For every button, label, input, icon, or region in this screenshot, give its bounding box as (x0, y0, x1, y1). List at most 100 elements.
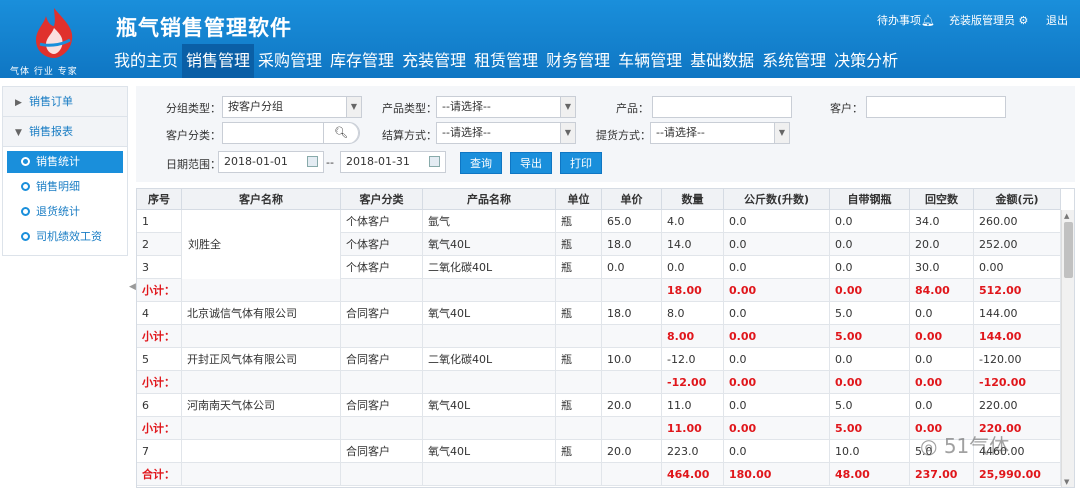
product-input[interactable] (652, 96, 792, 118)
customer-category-input[interactable]: 🔍︎ (222, 122, 360, 144)
table-cell: 4460.00 (974, 440, 1061, 463)
sidebar-item-sales-stats[interactable]: 销售统计 (7, 151, 123, 173)
vertical-scrollbar[interactable]: ▲ ▼ (1061, 210, 1074, 487)
date-separator: -- (326, 156, 334, 169)
sidebar: ▶ 销售订单 ▼ 销售报表 销售统计 销售明细 退货统计 司机绩效工资 (2, 86, 128, 256)
subtotal-row[interactable]: 合计： 464.00 180.00 48.00 237.00 25,990.00 (137, 463, 1061, 486)
column-header-10[interactable]: 金额(元) (974, 189, 1061, 210)
column-header-0[interactable]: 序号 (137, 189, 182, 210)
table-cell: 180.00 (724, 463, 830, 486)
scroll-down-icon[interactable]: ▼ (1064, 478, 1069, 486)
table-cell: 2 (137, 233, 182, 256)
table-cell: 个体客户 (341, 233, 423, 256)
column-header-5[interactable]: 单价 (602, 189, 662, 210)
sidebar-item-driver-pay[interactable]: 司机绩效工资 (7, 226, 123, 248)
table-cell (341, 279, 423, 302)
calendar-icon[interactable] (307, 156, 318, 167)
gear-icon: ⚙ (1018, 14, 1029, 27)
table-row[interactable]: 5 开封正风气体有限公司 合同客户 二氧化碳40L 瓶 10.0 -12.0 0.0 0.0 0.… (137, 348, 1061, 371)
column-header-2[interactable]: 客户分类 (341, 189, 423, 210)
subtotal-row[interactable]: 小计： 11.00 0.00 5.00 0.00 220.00 (137, 417, 1061, 440)
table-cell: 小计： (137, 417, 182, 440)
query-button[interactable]: 查询 (460, 152, 502, 174)
table-cell (556, 325, 602, 348)
scroll-thumb[interactable] (1064, 222, 1073, 278)
table-cell: 18.0 (602, 302, 662, 325)
nav-item-8[interactable]: 基础数据 (686, 44, 758, 78)
column-header-1[interactable]: 客户名称 (182, 189, 341, 210)
subtotal-row[interactable]: 小计： -12.00 0.00 0.00 0.00 -120.00 (137, 371, 1061, 394)
table-cell (602, 371, 662, 394)
sidebar-group-sales-orders[interactable]: ▶ 销售订单 (3, 87, 127, 117)
table-cell: 4 (137, 302, 182, 325)
subtotal-row[interactable]: 小计： 18.00 0.00 0.00 84.00 512.00 (137, 279, 1061, 302)
nav-item-4[interactable]: 充装管理 (398, 44, 470, 78)
table-cell: 0.0 (910, 348, 974, 371)
subtotal-row[interactable]: 小计： 8.00 0.00 5.00 0.00 144.00 (137, 325, 1061, 348)
table-row[interactable]: 6 河南南天气体公司 合同客户 氧气40L 瓶 20.0 11.0 0.0 5.0 0.0 220.… (137, 394, 1061, 417)
pickup-select[interactable]: --请选择-- ▼ (650, 122, 790, 144)
chevron-down-icon: ▼ (346, 97, 361, 117)
sidebar-item-label: 销售统计 (36, 155, 80, 168)
nav-item-5[interactable]: 租赁管理 (470, 44, 542, 78)
table-cell: 11.00 (662, 417, 724, 440)
table-cell (602, 325, 662, 348)
nav-item-1[interactable]: 销售管理 (182, 44, 255, 78)
nav-item-10[interactable]: 决策分析 (830, 44, 902, 78)
logout-link[interactable]: 退出 (1046, 12, 1068, 28)
table-row[interactable]: 4 北京诚信气体有限公司 合同客户 氧气40L 瓶 18.0 8.0 0.0 5.0 0.0 144… (137, 302, 1061, 325)
table-cell: 5 (137, 348, 182, 371)
date-from-input[interactable]: 2018-01-01 (218, 151, 324, 173)
table-cell: 瓶 (556, 210, 602, 233)
customer-input[interactable] (866, 96, 1006, 118)
sidebar-group-sales-reports[interactable]: ▼ 销售报表 (3, 117, 127, 147)
settlement-label: 结算方式： (382, 129, 437, 142)
table-cell: 220.00 (974, 417, 1061, 440)
print-button[interactable]: 打印 (560, 152, 602, 174)
table-cell: 237.00 (910, 463, 974, 486)
table-cell: 0.0 (830, 233, 910, 256)
table-cell: 5.0 (830, 302, 910, 325)
group-type-select[interactable]: 按客户分组 ▼ (222, 96, 362, 118)
column-header-9[interactable]: 回空数 (910, 189, 974, 210)
nav-item-7[interactable]: 车辆管理 (614, 44, 686, 78)
nav-item-9[interactable]: 系统管理 (758, 44, 830, 78)
sidebar-item-sales-detail[interactable]: 销售明细 (7, 176, 123, 198)
export-button[interactable]: 导出 (510, 152, 552, 174)
sidebar-item-label: 司机绩效工资 (36, 230, 102, 243)
product-type-select[interactable]: --请选择-- ▼ (436, 96, 576, 118)
settlement-select[interactable]: --请选择-- ▼ (436, 122, 576, 144)
date-to-input[interactable]: 2018-01-31 (340, 151, 446, 173)
sidebar-item-label: 退货统计 (36, 205, 80, 218)
table-cell: 0.00 (910, 417, 974, 440)
user-menu[interactable]: 充装版管理员 ⚙ (949, 12, 1028, 28)
nav-item-3[interactable]: 库存管理 (326, 44, 398, 78)
pending-tasks-link[interactable]: 待办事项🔔︎ (877, 12, 935, 28)
column-header-4[interactable]: 单位 (556, 189, 602, 210)
nav-item-6[interactable]: 财务管理 (542, 44, 614, 78)
table-cell: 0.0 (830, 256, 910, 279)
search-icon[interactable]: 🔍︎ (323, 123, 359, 143)
nav-item-0[interactable]: 我的主页 (110, 44, 182, 78)
column-header-6[interactable]: 数量 (662, 189, 724, 210)
table-cell: 0.0 (724, 348, 830, 371)
table-cell: 144.00 (974, 302, 1061, 325)
calendar-icon[interactable] (429, 156, 440, 167)
column-header-8[interactable]: 自带钢瓶 (830, 189, 910, 210)
table-cell: 0.00 (910, 371, 974, 394)
circle-bullet-icon (21, 157, 30, 166)
scroll-up-icon[interactable]: ▲ (1064, 212, 1069, 220)
chevron-down-icon: ▼ (15, 128, 22, 138)
sidebar-item-return-stats[interactable]: 退货统计 (7, 201, 123, 223)
table-cell: 0.0 (910, 394, 974, 417)
table-cell (182, 279, 341, 302)
table-cell: 个体客户 (341, 210, 423, 233)
collapse-sidebar-icon[interactable]: ◀ (129, 282, 136, 292)
table-cell: 0.0 (662, 256, 724, 279)
column-header-7[interactable]: 公斤数(升数) (724, 189, 830, 210)
nav-item-2[interactable]: 采购管理 (254, 44, 326, 78)
column-header-3[interactable]: 产品名称 (423, 189, 556, 210)
table-cell: 20.0 (602, 394, 662, 417)
table-row[interactable]: 7 合同客户 氧气40L 瓶 20.0 223.0 0.0 10.0 5.0 4460.00 (137, 440, 1061, 463)
pending-tasks-label: 待办事项 (877, 14, 921, 27)
